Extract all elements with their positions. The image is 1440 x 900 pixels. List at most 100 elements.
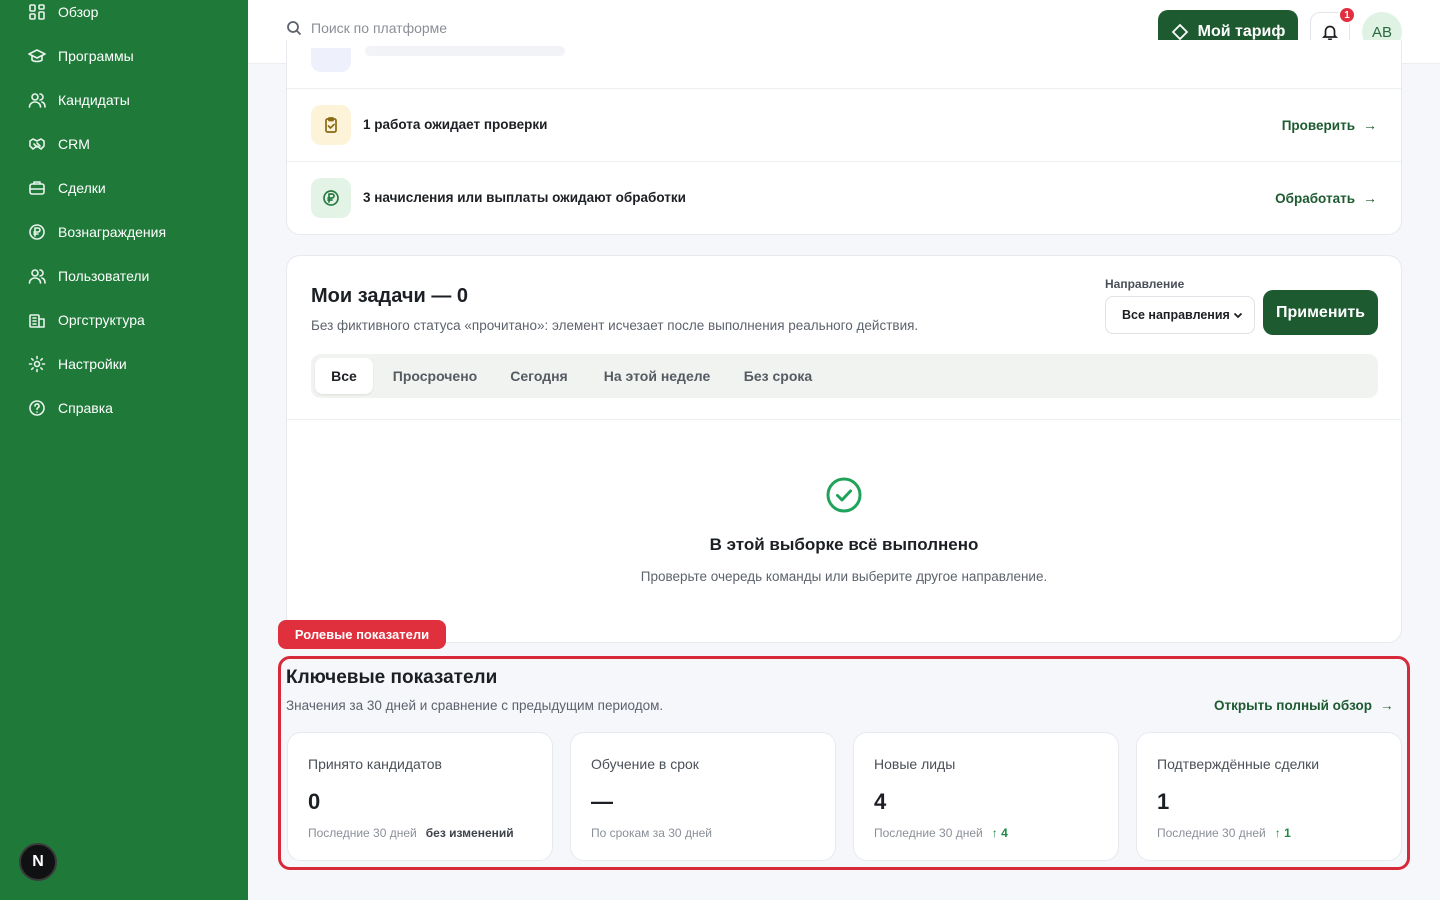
sidebar-item-help[interactable]: Справка [28,396,113,420]
sidebar-item-label: Настройки [58,356,127,372]
sidebar-item-programs[interactable]: Программы [28,44,134,68]
pending-row-payouts: 3 начисления или выплаты ожидают обработ… [287,161,1401,233]
tab-today[interactable]: Сегодня [497,358,581,394]
sidebar-item-users[interactable]: Пользователи [28,264,149,288]
kpi-card-period: По срокам за 30 дней [591,826,712,840]
sidebar-item-label: Справка [58,400,113,416]
search-icon [287,21,302,36]
user-group-icon [28,269,46,284]
kpi-card-period: Последние 30 дней [874,826,983,840]
handshake-icon [29,138,45,150]
kpi-card-delta: ↑ 4 [991,826,1008,840]
bell-icon [1321,25,1339,41]
kpi-card-accepted-candidates[interactable]: Принято кандидатов 0 Последние 30 дней б… [287,732,553,861]
sidebar-item-settings[interactable]: Настройки [28,352,127,376]
task-filter-tabs: Все Просрочено Сегодня На этой неделе Бе… [311,354,1378,398]
sidebar-item-overview[interactable]: Обзор [28,0,98,24]
sidebar-item-label: Обзор [58,4,99,20]
sidebar-item-label: Пользователи [58,268,150,284]
kpi-card-label: Обучение в срок [591,756,699,772]
sidebar-item-label: Кандидаты [58,92,130,108]
open-full-overview-label: Открыть полный обзор [1214,698,1372,713]
kpi-card-value: 1 [1157,789,1170,814]
ruble-coin-icon [311,178,351,218]
process-link-label: Обработать [1275,190,1355,206]
pending-row-review: 1 работа ожидает проверки Проверить → [287,88,1401,160]
gear-icon [28,355,46,373]
faded-row-icon [311,48,351,72]
tab-this-week[interactable]: На этой неделе [591,358,723,394]
review-link-label: Проверить [1281,117,1355,133]
tasks-subtitle: Без фиктивного статуса «прочитано»: элем… [311,318,919,333]
kpi-card-label: Подтверждённые сделки [1157,756,1320,772]
chevron-down-icon [1233,312,1243,319]
apply-button[interactable]: Применить [1263,290,1378,335]
sidebar-item-label: Программы [58,48,134,64]
kpi-card-new-leads[interactable]: Новые лиды 4 Последние 30 дней ↑ 4 [853,732,1119,861]
empty-state-title: В этой выборке всё выполнено [709,535,979,554]
sidebar-item-label: CRM [58,136,90,152]
graduation-cap-icon [28,49,46,63]
empty-state-subtitle: Проверьте очередь команды или выберите д… [640,569,1048,584]
clipboard-check-icon [311,105,351,145]
help-circle-icon [29,400,45,416]
arrow-right-icon: → [1363,190,1377,206]
sidebar-item-label: Вознаграждения [58,224,167,240]
tab-no-deadline[interactable]: Без срока [733,358,823,394]
users-icon [28,93,46,108]
my-plan-label: Мой тариф [1197,23,1286,40]
arrow-right-icon: → [1363,117,1377,133]
kpi-card-note: По срокам за 30 дней [591,826,712,840]
sidebar-item-candidates[interactable]: Кандидаты [28,88,130,112]
divider [287,419,1401,420]
kpi-card-note: Последние 30 дней ↑ 1 [1157,826,1291,840]
review-link[interactable]: Проверить → [1282,117,1377,133]
notification-count-badge: 1 [1338,6,1356,24]
sidebar-item-org-structure[interactable]: Оргструктура [28,308,145,332]
kpi-card-delta: ↑ 1 [1274,826,1291,840]
direction-value: Все направления [1122,308,1230,322]
n-logo-badge[interactable]: N [19,843,57,881]
kpi-card-label: Принято кандидатов [308,756,442,772]
search-placeholder: Поиск по платформе [311,20,448,36]
pending-row-text: 3 начисления или выплаты ожидают обработ… [363,190,686,205]
arrow-right-icon: → [1379,698,1394,713]
direction-select[interactable]: Все направления [1105,296,1255,334]
kpi-card-label: Новые лиды [874,756,956,772]
pending-actions-card: 1 работа ожидает проверки Проверить → 3 … [286,40,1402,235]
sidebar-item-label: Оргструктура [58,312,145,328]
sidebar-item-label: Сделки [58,180,106,196]
sidebar: Обзор Программы Кандидаты CRM Сделки Воз… [0,0,248,900]
tasks-title: Мои задачи — 0 [311,285,468,307]
tab-overdue[interactable]: Просрочено [381,358,489,394]
kpi-card-value: — [591,789,613,814]
direction-label: Направление [1105,277,1185,291]
diamond-icon [1171,23,1188,41]
kpi-card-training-on-time[interactable]: Обучение в срок — По срокам за 30 дней [570,732,836,861]
role-metrics-tag: Ролевые показатели [278,620,446,649]
kpi-card-note: Последние 30 дней без изменений [308,826,514,840]
kpi-card-period: Последние 30 дней [308,826,417,840]
kpi-card-note: Последние 30 дней ↑ 4 [874,826,1008,840]
check-circle-icon [826,477,862,513]
ruble-coin-icon [29,224,45,240]
sidebar-item-deals[interactable]: Сделки [28,176,106,200]
kpi-title: Ключевые показатели [286,667,498,688]
kpi-subtitle: Значения за 30 дней и сравнение с предыд… [286,698,664,713]
kpi-card-delta: без изменений [425,826,514,840]
pending-row-text: 1 работа ожидает проверки [363,117,548,132]
open-full-overview-link[interactable]: Открыть полный обзор → [1214,698,1393,713]
kpi-card-period: Последние 30 дней [1157,826,1266,840]
tab-all[interactable]: Все [315,358,373,394]
sidebar-item-crm[interactable]: CRM [28,132,90,156]
kpi-card-value: 0 [308,789,321,814]
search-input[interactable]: Поиск по платформе [286,20,447,36]
sidebar-item-rewards[interactable]: Вознаграждения [28,220,166,244]
kpi-card-confirmed-deals[interactable]: Подтверждённые сделки 1 Последние 30 дне… [1136,732,1402,861]
my-tasks-card: Мои задачи — 0 Без фиктивного статуса «п… [286,255,1402,643]
grid-icon [29,4,45,20]
building-icon [29,314,45,328]
process-link[interactable]: Обработать → [1275,190,1377,206]
briefcase-icon [29,181,45,195]
faded-row-text [365,46,565,56]
